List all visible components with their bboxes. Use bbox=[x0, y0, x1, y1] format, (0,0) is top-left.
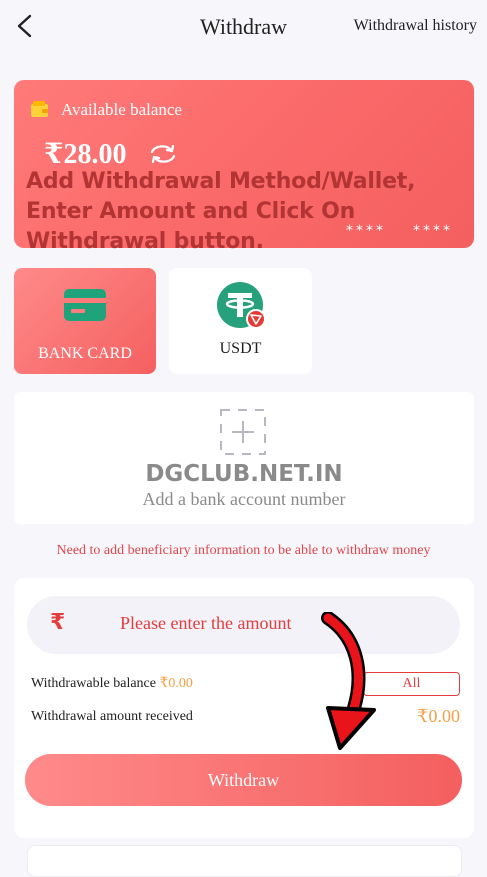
received-value: ₹0.00 bbox=[417, 706, 460, 726]
all-button[interactable]: All bbox=[363, 672, 460, 696]
available-balance-label: Available balance bbox=[61, 100, 182, 119]
annotation-arrow-icon bbox=[321, 612, 376, 750]
balance-amount: ₹28.00 bbox=[44, 139, 127, 170]
usdt-tron-icon bbox=[217, 282, 266, 329]
site-watermark: DGCLUB.NET.IN bbox=[145, 461, 343, 487]
add-plus-icon[interactable] bbox=[220, 409, 266, 455]
rupee-icon: ₹ bbox=[50, 610, 66, 635]
amount-placeholder[interactable]: Please enter the amount bbox=[120, 613, 291, 634]
received-label: Withdrawal amount received bbox=[31, 709, 193, 724]
masked-card-right: **** bbox=[413, 223, 453, 239]
method-bank-label: BANK CARD bbox=[38, 345, 132, 362]
wallet-icon bbox=[31, 101, 48, 117]
withdrawable-balance-value: ₹0.00 bbox=[159, 676, 193, 691]
instruction-overlay-text: Add Withdrawal Method/Wallet, Enter Amou… bbox=[26, 169, 416, 254]
beneficiary-warning: Need to add beneficiary information to b… bbox=[56, 543, 431, 558]
withdrawable-balance-label: Withdrawable balance bbox=[31, 676, 156, 691]
add-bank-label: Add a bank account number bbox=[142, 489, 346, 509]
withdrawal-history-link[interactable]: Withdrawal history bbox=[354, 17, 477, 35]
withdraw-button[interactable]: Withdraw bbox=[25, 754, 462, 806]
refresh-icon[interactable] bbox=[148, 143, 178, 165]
withdrawable-balance-row: Withdrawable balance ₹0.00 bbox=[31, 675, 193, 692]
bank-card-icon bbox=[64, 289, 106, 321]
bottom-panel bbox=[27, 845, 462, 877]
method-usdt-label: USDT bbox=[219, 340, 262, 357]
masked-card-left: **** bbox=[346, 223, 386, 239]
